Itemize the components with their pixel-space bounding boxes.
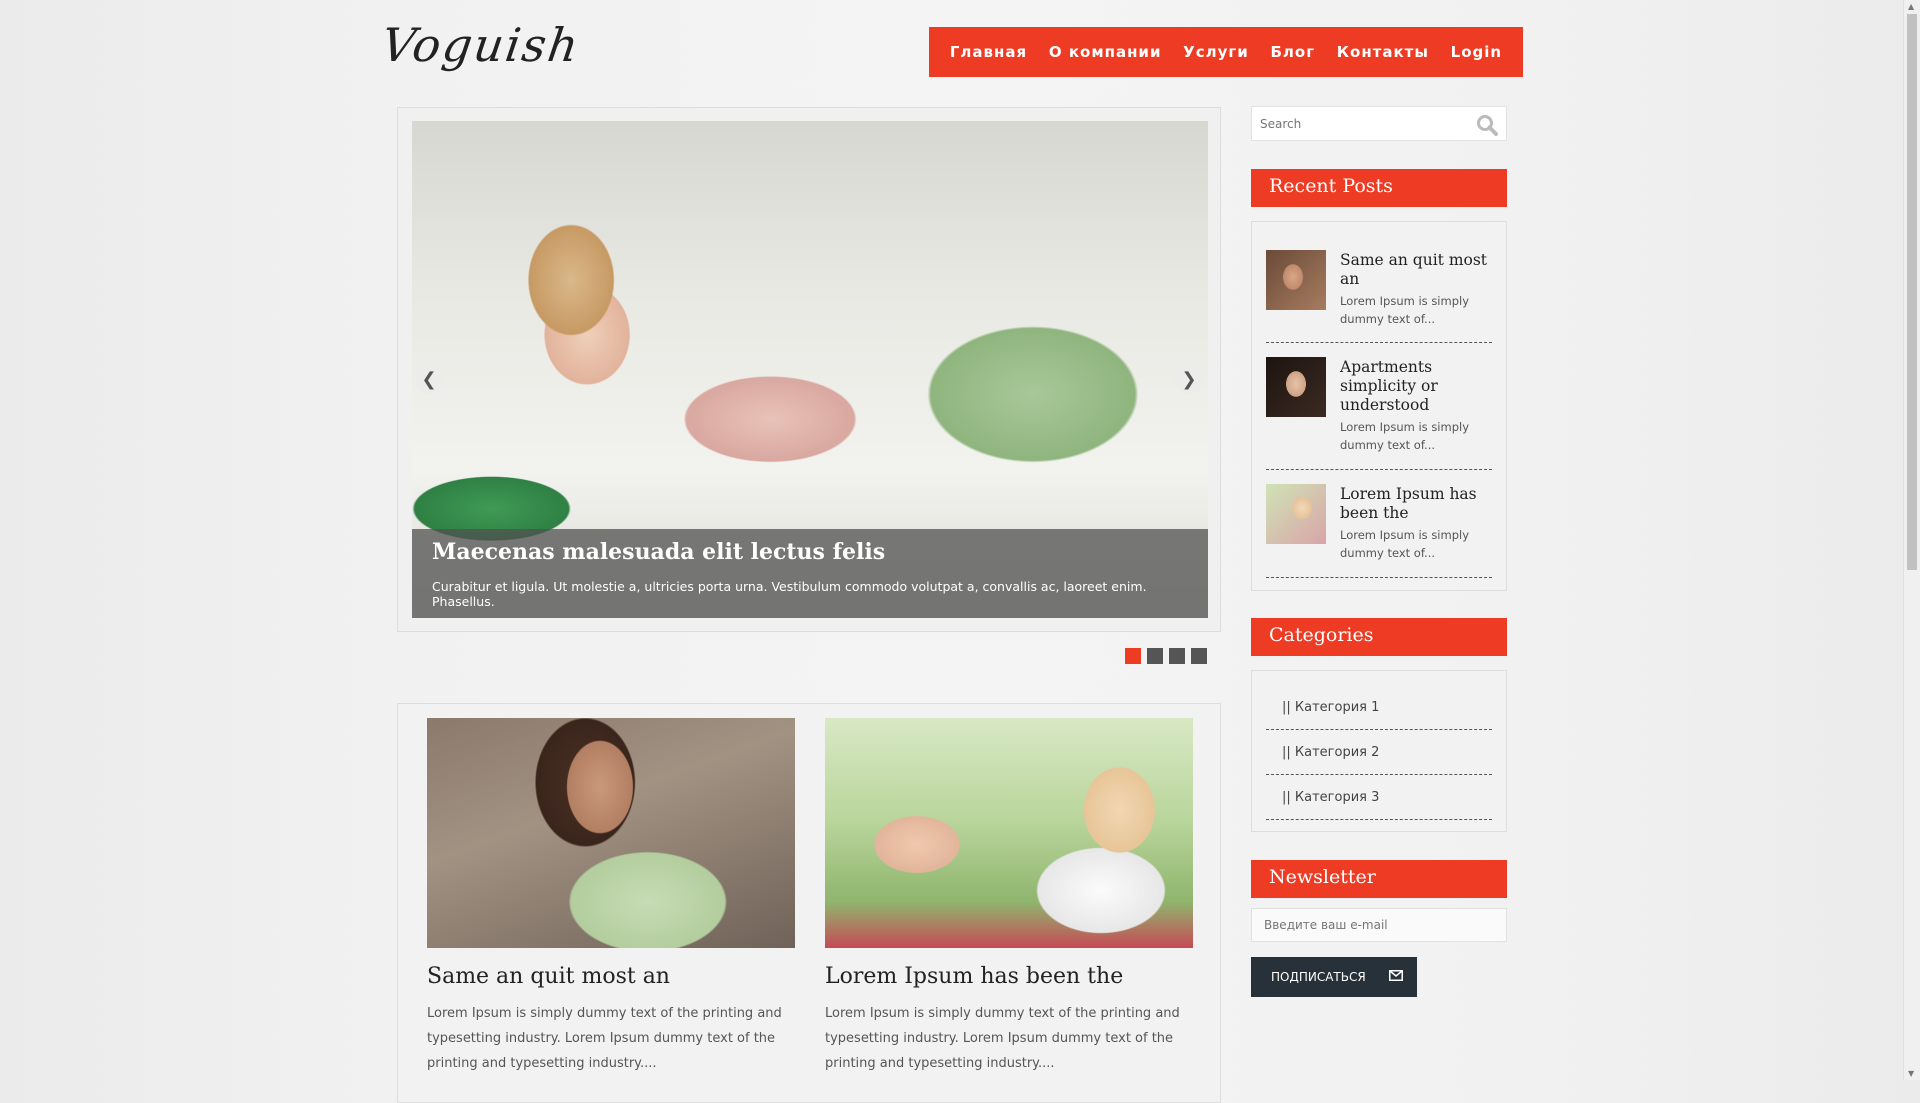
post-card: Same an quit most an Lorem Ipsum is simp… bbox=[427, 718, 795, 1076]
nav-item-login[interactable]: Login bbox=[1451, 43, 1502, 61]
post-excerpt: Lorem Ipsum is simply dummy text of the … bbox=[825, 1006, 1180, 1071]
subscribe-label: ПОДПИСАТЬСЯ bbox=[1271, 970, 1366, 984]
recent-post-thumb[interactable] bbox=[1266, 357, 1326, 417]
slide-title[interactable]: Maecenas malesuada elit lectus felis bbox=[432, 539, 1188, 565]
envelope-icon bbox=[1389, 970, 1403, 984]
post-card: Lorem Ipsum has been the Lorem Ipsum is … bbox=[825, 718, 1193, 1076]
slider-next-icon[interactable]: ❯ bbox=[1174, 364, 1204, 394]
slider-dot-2[interactable] bbox=[1147, 648, 1163, 664]
search-icon[interactable] bbox=[1476, 114, 1498, 140]
subscribe-button[interactable]: ПОДПИСАТЬСЯ bbox=[1251, 957, 1417, 997]
slider-dot-4[interactable] bbox=[1191, 648, 1207, 664]
recent-post-title[interactable]: Lorem Ipsum has been the bbox=[1340, 485, 1490, 523]
slider-prev-icon[interactable]: ❮ bbox=[414, 364, 444, 394]
nav-item-home[interactable]: Главная bbox=[950, 43, 1027, 61]
recent-post-item[interactable]: Apartments simplicity or understood Lore… bbox=[1266, 343, 1492, 470]
newsletter-email-box bbox=[1251, 908, 1507, 942]
category-link-1[interactable]: || Категория 1 bbox=[1266, 685, 1492, 730]
recent-post-thumb[interactable] bbox=[1266, 250, 1326, 310]
main-nav: Главная О компании Услуги Блог Контакты … bbox=[929, 27, 1523, 77]
recent-post-excerpt: Lorem Ipsum is simply dummy text of... bbox=[1340, 294, 1470, 326]
recent-posts-title: Recent Posts bbox=[1251, 169, 1507, 207]
post-excerpt: Lorem Ipsum is simply dummy text of the … bbox=[427, 1006, 782, 1071]
recent-post-title[interactable]: Apartments simplicity or understood bbox=[1340, 358, 1490, 415]
recent-posts-box: Same an quit most an Lorem Ipsum is simp… bbox=[1251, 221, 1507, 591]
recent-post-thumb[interactable] bbox=[1266, 484, 1326, 544]
slider-dot-1[interactable] bbox=[1125, 648, 1141, 664]
slide-text: Curabitur et ligula. Ut molestie a, ultr… bbox=[432, 579, 1147, 609]
recent-post-item[interactable]: Same an quit most an Lorem Ipsum is simp… bbox=[1266, 222, 1492, 343]
email-field[interactable] bbox=[1252, 909, 1506, 941]
nav-item-about[interactable]: О компании bbox=[1049, 43, 1162, 61]
categories-title: Categories bbox=[1251, 618, 1507, 656]
scrollbar-thumb[interactable] bbox=[1907, 14, 1917, 570]
category-link-2[interactable]: || Категория 2 bbox=[1266, 730, 1492, 775]
nav-item-services[interactable]: Услуги bbox=[1183, 43, 1249, 61]
nav-item-blog[interactable]: Блог bbox=[1270, 43, 1315, 61]
hero-slider: ❮ ❯ Maecenas malesuada elit lectus felis… bbox=[397, 107, 1221, 632]
slide-caption: Maecenas malesuada elit lectus felis Cur… bbox=[412, 529, 1208, 618]
search-box bbox=[1251, 106, 1507, 141]
scroll-up-icon[interactable]: ▲ bbox=[1908, 2, 1914, 11]
recent-post-excerpt: Lorem Ipsum is simply dummy text of... bbox=[1340, 528, 1470, 560]
posts-grid: Same an quit most an Lorem Ipsum is simp… bbox=[397, 703, 1221, 1103]
category-link-3[interactable]: || Категория 3 bbox=[1266, 775, 1492, 820]
nav-item-contacts[interactable]: Контакты bbox=[1337, 43, 1429, 61]
recent-post-item[interactable]: Lorem Ipsum has been the Lorem Ipsum is … bbox=[1266, 470, 1492, 578]
post-title[interactable]: Same an quit most an bbox=[427, 964, 795, 989]
site-logo[interactable]: Voguish bbox=[378, 18, 583, 72]
scroll-down-icon[interactable]: ▼ bbox=[1908, 1069, 1914, 1078]
slider-dot-3[interactable] bbox=[1169, 648, 1185, 664]
slider-pagination bbox=[1125, 648, 1207, 664]
recent-post-excerpt: Lorem Ipsum is simply dummy text of... bbox=[1340, 420, 1470, 452]
search-input[interactable] bbox=[1252, 107, 1468, 140]
post-title[interactable]: Lorem Ipsum has been the bbox=[825, 964, 1193, 989]
categories-box: || Категория 1 || Категория 2 || Категор… bbox=[1251, 670, 1507, 832]
post-image[interactable] bbox=[427, 718, 795, 948]
post-image[interactable] bbox=[825, 718, 1193, 948]
recent-post-title[interactable]: Same an quit most an bbox=[1340, 251, 1490, 289]
page-scrollbar[interactable]: ▲ ▼ bbox=[1903, 0, 1920, 1080]
newsletter-title: Newsletter bbox=[1251, 860, 1507, 898]
